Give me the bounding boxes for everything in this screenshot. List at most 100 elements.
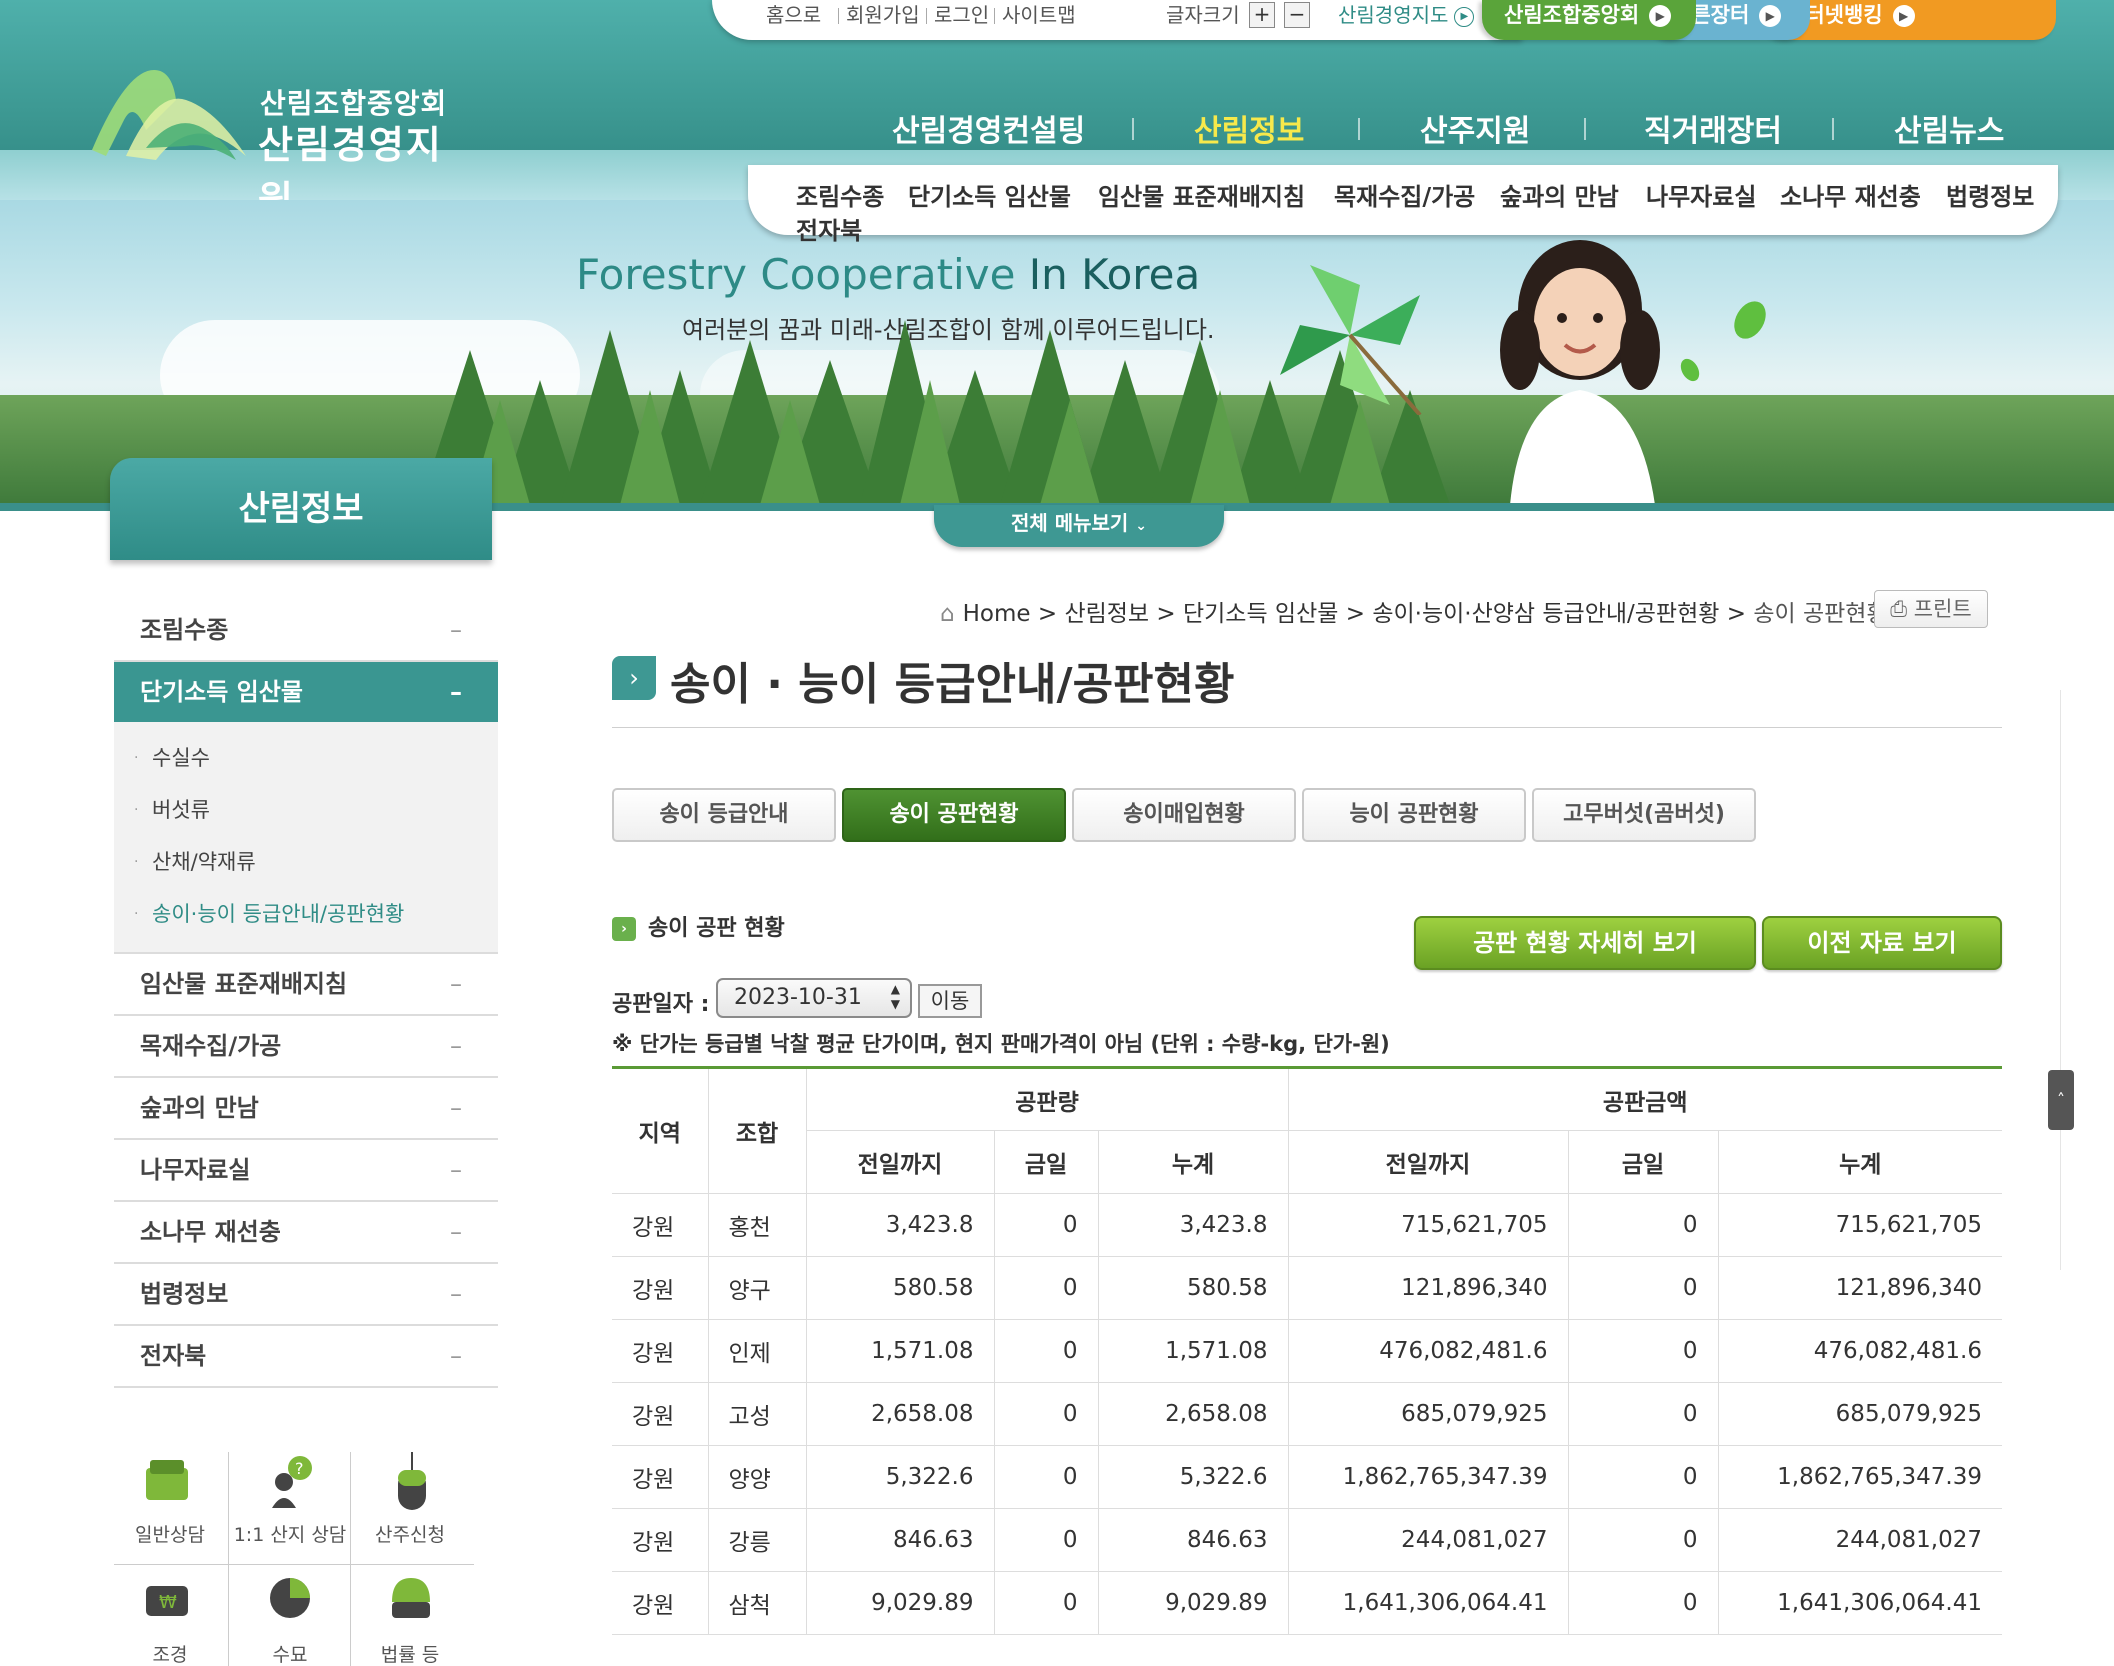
quick-landscape[interactable]: ₩ 조경 (110, 1572, 230, 1666)
tab-auction-status[interactable]: 송이 공판현황 (842, 788, 1066, 842)
detail-view-button[interactable]: 공판 현황 자세히 보기 (1414, 916, 1756, 970)
lnb-item-cultivation-guide[interactable]: 임산물 표준재배지침 – (114, 954, 498, 1016)
auction-date-select[interactable]: 2023-10-31 ▲ ▼ (716, 978, 912, 1018)
breadcrumb-home[interactable]: Home (963, 601, 1031, 627)
gnb-divider (1584, 118, 1586, 140)
lnb-item-timber[interactable]: 목재수집/가공 – (114, 1016, 498, 1078)
table-row: 강원 인제 1,571.08 0 1,571.08 476,082,481.6 0 476,0… (612, 1319, 2002, 1383)
submenu-item[interactable]: 임산물 표준재배지침 (1098, 177, 1305, 212)
home-link[interactable]: 홈으로 (766, 0, 821, 30)
join-link[interactable]: 회원가입 (846, 0, 920, 30)
quick-label: 1:1 산지 상담 (233, 1524, 347, 1546)
breadcrumb-item[interactable]: 송이·능이·산양삼 등급안내/공판현황 (1372, 601, 1719, 627)
utility-bar: 홈으로 회원가입 로그인 사이트맵 글자크기 + − 산림경영지도 ▶ 인터넷뱅킹… (712, 0, 2062, 40)
bullet-icon: · (134, 906, 139, 922)
gnb-forest-info[interactable]: 산림정보 (1194, 106, 1304, 150)
submenu-item[interactable]: 전자북 (796, 211, 862, 246)
quick-owner-apply[interactable]: 산주신청 (350, 1452, 470, 1562)
header-qty-today: 금일 (994, 1130, 1099, 1194)
table-cell: 삼척 (708, 1571, 807, 1635)
lnb-sub-item-mushrooms[interactable]: · 버섯류 (114, 784, 498, 836)
font-increase-button[interactable]: + (1249, 2, 1275, 28)
font-size-label: 글자크기 (1166, 3, 1240, 27)
submenu-item[interactable]: 나무자료실 (1646, 177, 1756, 212)
arrow-right-icon: ▶ (1759, 5, 1782, 27)
collapse-icon: – (450, 1032, 462, 1060)
lnb-item-label: 단기소득 임산물 (140, 678, 303, 706)
scroll-top-button[interactable]: ˄ (2048, 1070, 2074, 1130)
leaf-icon (1680, 301, 1766, 382)
forest-map-link[interactable]: 산림경영지도 ▶ (1338, 0, 1475, 30)
lnb-item-short-term-products[interactable]: 단기소득 임산물 – (114, 662, 498, 722)
table-cell: 244,081,027 (1718, 1508, 2002, 1572)
quick-general-consult[interactable]: 일반상담 (110, 1452, 230, 1562)
lnb-item-law-info[interactable]: 법령정보 – (114, 1264, 498, 1326)
print-button[interactable]: ⎙ 프린트 (1874, 590, 1988, 628)
submenu-item[interactable]: 법령정보 (1946, 177, 2034, 212)
tab-grade-guide[interactable]: 송이 등급안내 (612, 788, 836, 842)
quick-1on1-consult[interactable]: ? 1:1 산지 상담 (230, 1452, 350, 1562)
tab-purchase-status[interactable]: 송이매입현황 (1072, 788, 1296, 842)
go-button[interactable]: 이동 (918, 984, 982, 1018)
arrow-right-icon: ▶ (1454, 6, 1475, 27)
table-cell: 강원 (612, 1382, 709, 1446)
lnb-item-label: 임산물 표준재배지침 (140, 970, 348, 998)
lnb-item-ebook[interactable]: 전자북 – (114, 1326, 498, 1388)
logo-mark-icon (92, 70, 246, 160)
gnb-divider (1358, 118, 1360, 140)
lnb-submenu: · 수실수 · 버섯류 · 산채/약재류 · 송이·능이 등급안내/공판현황 (114, 722, 498, 954)
header-amount: 공판금액 (1288, 1067, 2002, 1131)
table-cell: 2,658.08 (1098, 1382, 1289, 1446)
table-cell: 인제 (708, 1319, 807, 1383)
lnb-item-forest-meeting[interactable]: 숲과의 만남 – (114, 1078, 498, 1140)
site-logo[interactable]: 산림조합중앙회 산림경영지원 (86, 60, 466, 222)
quick-legal[interactable]: 법률 등 (350, 1572, 470, 1666)
breadcrumb-item[interactable]: 단기소득 임산물 (1183, 601, 1338, 627)
svg-text:?: ? (295, 1459, 304, 1478)
gnb-consulting[interactable]: 산림경영컨설팅 (892, 106, 1085, 150)
submenu-item[interactable]: 소나무 재선충 (1780, 177, 1921, 212)
mouse-icon (398, 1452, 426, 1510)
submenu-item[interactable]: 숲과의 만남 (1500, 177, 1619, 212)
all-menu-toggle[interactable]: 전체 메뉴보기 ⌄ (934, 505, 1224, 547)
font-decrease-button[interactable]: − (1284, 2, 1310, 28)
previous-data-button[interactable]: 이전 자료 보기 (1762, 916, 2002, 970)
lnb-item-pine-wilt[interactable]: 소나무 재선충 – (114, 1202, 498, 1264)
submenu-item[interactable]: 조림수종 (796, 177, 884, 212)
table-cell: 580.58 (806, 1256, 995, 1320)
submenu-item[interactable]: 단기소득 임산물 (908, 177, 1071, 212)
lnb-title: 산림정보 (110, 458, 492, 560)
submenu-item[interactable]: 목재수집/가공 (1334, 177, 1475, 212)
lnb-item-tree-species[interactable]: 조림수종 – (114, 600, 498, 662)
quick-seedling[interactable]: 수묘 (230, 1572, 350, 1666)
collapse-icon: – (450, 678, 462, 706)
lnb-sub-item-nuts[interactable]: · 수실수 (114, 732, 498, 784)
arrow-right-icon: ▶ (1649, 5, 1672, 27)
collapse-icon: – (450, 1280, 462, 1308)
tab-neungi-auction[interactable]: 능이 공판현황 (1302, 788, 1526, 842)
tab-rubber-mushroom[interactable]: 고무버섯(곰버섯) (1532, 788, 1756, 842)
gnb-direct-market[interactable]: 직거래장터 (1644, 106, 1782, 150)
lnb-sub-item-herbs[interactable]: · 산채/약재류 (114, 836, 498, 888)
table-cell: 685,079,925 (1718, 1382, 2002, 1446)
select-arrows-icon: ▲ ▼ (890, 982, 900, 1011)
lnb-sub-item-pine-mushroom[interactable]: · 송이·능이 등급안내/공판현황 (114, 888, 498, 940)
lnb-item-tree-library[interactable]: 나무자료실 – (114, 1140, 498, 1202)
table-cell: 1,571.08 (806, 1319, 995, 1383)
table-cell: 1,571.08 (1098, 1319, 1289, 1383)
header-union: 조합 (708, 1067, 807, 1194)
bullet-icon: · (134, 802, 139, 818)
breadcrumb-item[interactable]: 산림정보 (1064, 601, 1149, 627)
unit-notice: ※ 단가는 등급별 낙찰 평균 단가이며, 현지 판매가격이 아님 (단위 : … (612, 1032, 1390, 1056)
login-link[interactable]: 로그인 (934, 0, 989, 30)
nfcf-tab[interactable]: 산림조합중앙회 ▶ (1482, 0, 1696, 40)
gnb-forest-news[interactable]: 산림뉴스 (1894, 106, 2004, 150)
table-cell: 0 (1568, 1508, 1719, 1572)
table-cell: 양양 (708, 1445, 807, 1509)
gnb-owner-support[interactable]: 산주지원 (1420, 106, 1530, 150)
table-cell: 244,081,027 (1288, 1508, 1569, 1572)
table-row: 강원 삼척 9,029.89 0 9,029.89 1,641,306,064.41 0 1,… (612, 1571, 2002, 1635)
sitemap-link[interactable]: 사이트맵 (1002, 0, 1076, 30)
briefcase-icon: ₩ (146, 1586, 188, 1616)
table-cell: 0 (994, 1382, 1099, 1446)
